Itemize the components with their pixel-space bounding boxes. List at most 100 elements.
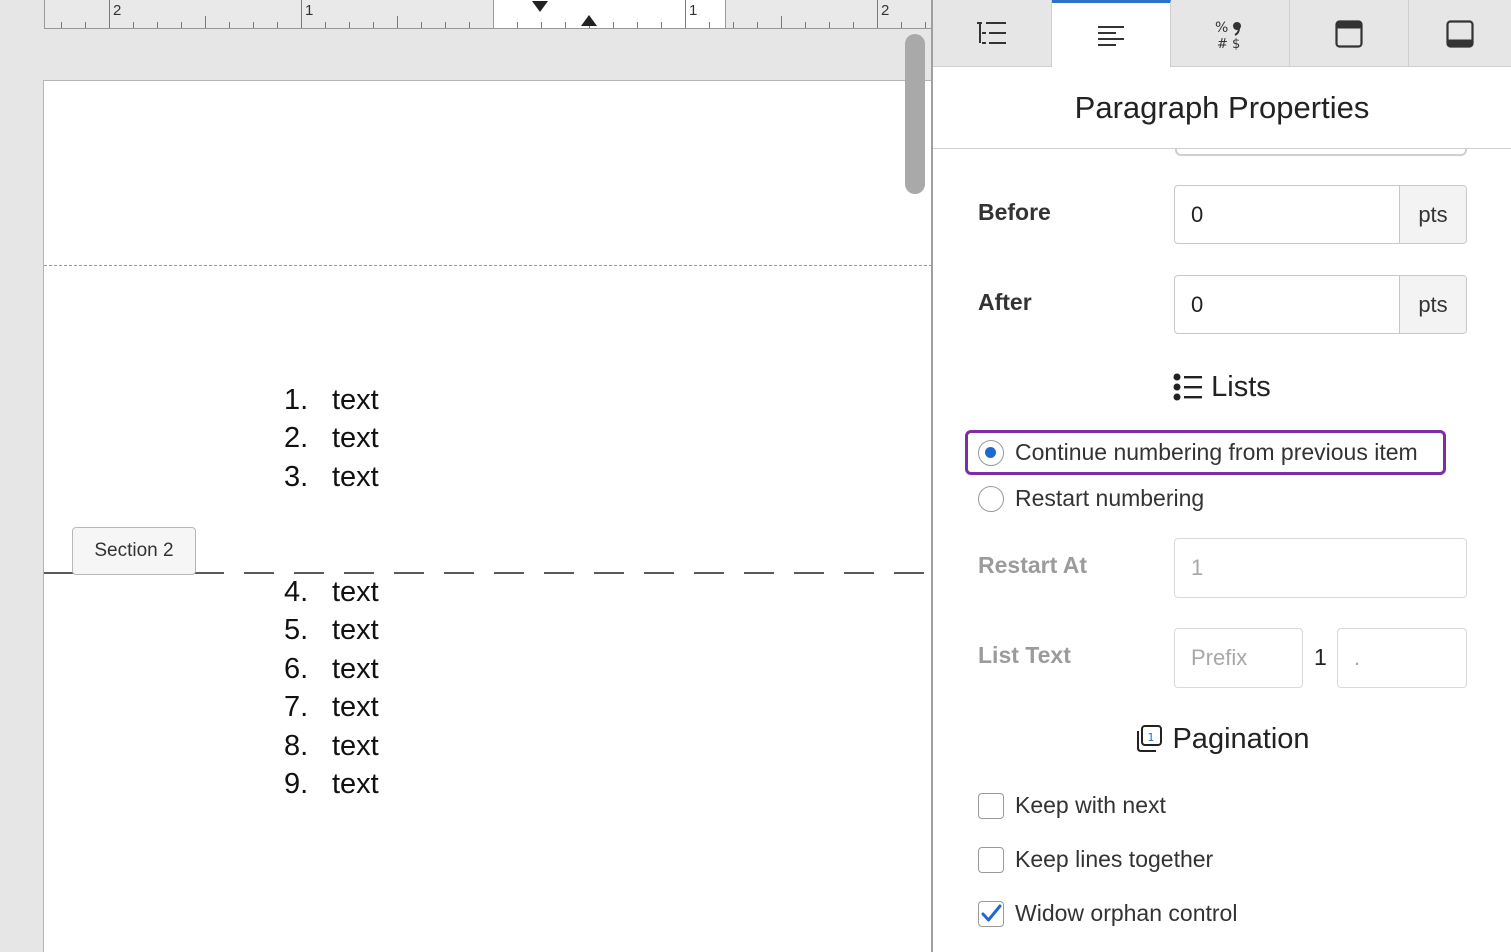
sidebar-tabs: % # $ <box>933 0 1511 68</box>
ruler-tick <box>229 22 230 28</box>
restart-numbering-option[interactable]: Restart numbering <box>978 485 1204 512</box>
keep-with-next-label: Keep with next <box>1015 792 1166 818</box>
numbered-list[interactable]: 4. text 5. text 6. text 7. text 8. text 9. tex… <box>284 573 379 804</box>
ruler-tick <box>277 22 278 28</box>
widow-orphan-option[interactable]: Widow orphan control <box>978 900 1237 927</box>
restart-at-field[interactable]: 1 <box>1174 538 1467 598</box>
ruler-tick <box>61 22 62 28</box>
paragraph-icon <box>1098 25 1124 46</box>
svg-text:%: % <box>1215 20 1228 36</box>
ruler-tick <box>829 22 830 28</box>
tab-list-settings[interactable] <box>933 0 1052 67</box>
suffix-field[interactable]: . <box>1337 628 1467 688</box>
svg-text:#: # <box>1217 37 1228 51</box>
list-item[interactable]: 4. text <box>284 573 379 612</box>
tab-paragraph[interactable] <box>1052 0 1171 68</box>
properties-sidebar: % # $ Paragraph Properties Before 0 pts … <box>933 0 1511 952</box>
vertical-scrollbar-thumb[interactable] <box>905 34 925 194</box>
restart-numbering-radio[interactable] <box>978 485 1004 512</box>
after-spacing-field[interactable]: 0 pts <box>1174 275 1467 334</box>
ruler-tick <box>181 22 182 28</box>
ruler-tick <box>205 16 206 28</box>
widow-orphan-checkbox[interactable] <box>978 900 1004 927</box>
prefix-field[interactable]: Prefix <box>1174 628 1303 688</box>
prefix-input[interactable]: Prefix <box>1175 645 1302 671</box>
ruler-tick <box>925 22 926 28</box>
lists-heading-text: Lists <box>1211 370 1271 403</box>
ruler-tick <box>469 22 470 28</box>
ruler-tick <box>877 0 878 28</box>
ruler-tick <box>85 22 86 28</box>
hanging-indent-marker[interactable] <box>581 15 597 26</box>
restart-at-label: Restart At <box>978 552 1088 578</box>
first-line-indent-marker[interactable] <box>532 1 548 12</box>
tab-footer[interactable] <box>1409 0 1511 67</box>
ruler-tick <box>397 16 398 28</box>
ruler-tick <box>805 22 806 28</box>
widow-orphan-label: Widow orphan control <box>1015 900 1238 926</box>
ruler-tick <box>109 0 110 28</box>
restart-at-input[interactable]: 1 <box>1175 555 1466 581</box>
ruler-tick <box>757 22 758 28</box>
list-item[interactable]: 6. text <box>284 650 379 689</box>
list-item[interactable]: 3. text <box>284 458 379 497</box>
list-text-label: List Text <box>978 642 1071 668</box>
ruler-tick <box>421 22 422 28</box>
tab-header[interactable] <box>1290 0 1409 67</box>
list-item[interactable]: 5. text <box>284 612 379 651</box>
keep-lines-together-checkbox[interactable] <box>978 846 1004 873</box>
svg-text:$: $ <box>1232 37 1240 51</box>
list-settings-icon <box>977 21 1006 44</box>
ruler-tick <box>325 22 326 28</box>
ruler-tick <box>517 22 518 28</box>
list-item[interactable]: 7. text <box>284 689 379 728</box>
pagination-section-heading: 1 Pagination <box>933 719 1511 759</box>
lists-section-heading: Lists <box>933 367 1511 407</box>
list-item[interactable]: 9. text <box>284 766 379 805</box>
before-spacing-field[interactable]: 0 pts <box>1174 185 1467 244</box>
footer-icon <box>1446 19 1474 48</box>
after-spacing-input[interactable]: 0 <box>1175 292 1399 318</box>
unit-label: pts <box>1399 276 1466 333</box>
keep-with-next-checkbox[interactable] <box>978 792 1004 819</box>
header-boundary-line <box>44 265 931 266</box>
keep-lines-together-label: Keep lines together <box>1015 846 1214 872</box>
ruler-tick <box>781 16 782 28</box>
checkmark-icon <box>981 904 1002 921</box>
suffix-input[interactable]: . <box>1338 645 1466 671</box>
ruler-tick <box>301 0 302 28</box>
ruler-number: 2 <box>881 2 890 19</box>
ruler-tick <box>733 22 734 28</box>
before-label: Before <box>978 199 1051 225</box>
list-item[interactable]: 1. text <box>284 381 379 420</box>
document-area: 2 1 1 2 1. text 2. text 3. text Section 2 4… <box>0 0 931 952</box>
ruler-tick <box>637 22 638 28</box>
ruler-zone-edge <box>493 0 494 28</box>
panel-title: Paragraph Properties <box>933 67 1511 149</box>
keep-lines-together-option[interactable]: Keep lines together <box>978 846 1213 873</box>
section-tab[interactable]: Section 2 <box>72 527 196 575</box>
ruler-tick <box>133 22 134 28</box>
continue-numbering-option[interactable]: Continue numbering from previous item <box>978 439 1418 466</box>
tab-number-format[interactable]: % # $ <box>1171 0 1290 67</box>
horizontal-ruler[interactable]: 2 1 1 2 <box>44 0 931 29</box>
ruler-tick <box>565 22 566 28</box>
document-page[interactable]: 1. text 2. text 3. text Section 2 4. text 5.… <box>43 80 931 952</box>
list-item[interactable]: 2. text <box>284 420 379 459</box>
numbered-list[interactable]: 1. text 2. text 3. text <box>284 381 379 497</box>
number-format-icon: % # $ <box>1215 20 1241 51</box>
ruler-tick <box>709 22 710 28</box>
ruler-tick <box>901 22 902 28</box>
ruler-tick <box>373 22 374 28</box>
ruler-tick <box>157 22 158 28</box>
before-spacing-input[interactable]: 0 <box>1175 202 1399 228</box>
list-bullets-icon <box>1173 373 1203 401</box>
ruler-tick <box>541 22 542 28</box>
ruler-number: 1 <box>305 2 314 19</box>
continue-numbering-radio[interactable] <box>978 439 1004 466</box>
keep-with-next-option[interactable]: Keep with next <box>978 792 1166 819</box>
ruler-tick <box>253 22 254 28</box>
ruler-number: 2 <box>113 2 122 19</box>
ruler-tick <box>661 22 662 28</box>
list-item[interactable]: 8. text <box>284 727 379 766</box>
